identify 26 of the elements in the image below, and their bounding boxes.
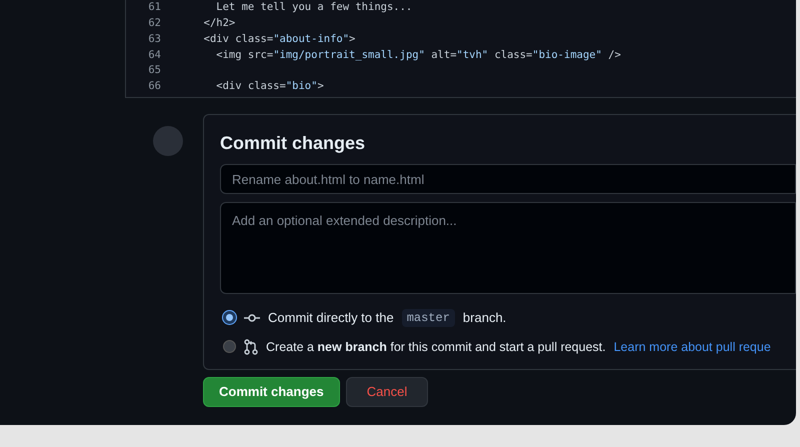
line-number: 63 xyxy=(147,32,162,47)
code-line: <div class="bio"> xyxy=(215,79,324,94)
line-number: 66 xyxy=(147,79,162,94)
commit-title: Commit changes xyxy=(220,132,366,155)
line-number: 62 xyxy=(147,16,162,31)
commit-icon xyxy=(244,312,260,323)
option-label: Commit directly to the xyxy=(268,309,394,327)
commit-button[interactable]: Commit changes xyxy=(203,377,340,407)
line-number: 64 xyxy=(147,48,162,63)
pull-request-icon xyxy=(244,338,258,355)
branch-name: master xyxy=(402,308,455,327)
option-label: branch. xyxy=(462,309,506,327)
radio-button[interactable] xyxy=(223,311,236,324)
learn-more-link[interactable]: Learn more about pull reque xyxy=(614,338,771,356)
description-field[interactable]: Add an optional extended description... xyxy=(220,202,796,294)
code-line: </h2> xyxy=(202,16,236,31)
code-line: Let me tell you a few things... xyxy=(215,0,412,16)
radio-button[interactable] xyxy=(223,340,236,354)
summary-field[interactable]: Rename about.html to name.html xyxy=(220,164,796,194)
line-number: 61 xyxy=(147,0,162,16)
code-line: <img src="img/portrait_small.jpg" alt="tvh" class="bio-image" /> xyxy=(215,48,621,63)
cancel-button[interactable]: Cancel xyxy=(346,377,428,407)
code-line: <div class="about-info"> xyxy=(202,32,356,47)
avatar xyxy=(153,126,183,156)
line-number: 65 xyxy=(147,63,162,78)
option-label: Create a new branch for this commit and start a pull request. xyxy=(266,338,606,356)
